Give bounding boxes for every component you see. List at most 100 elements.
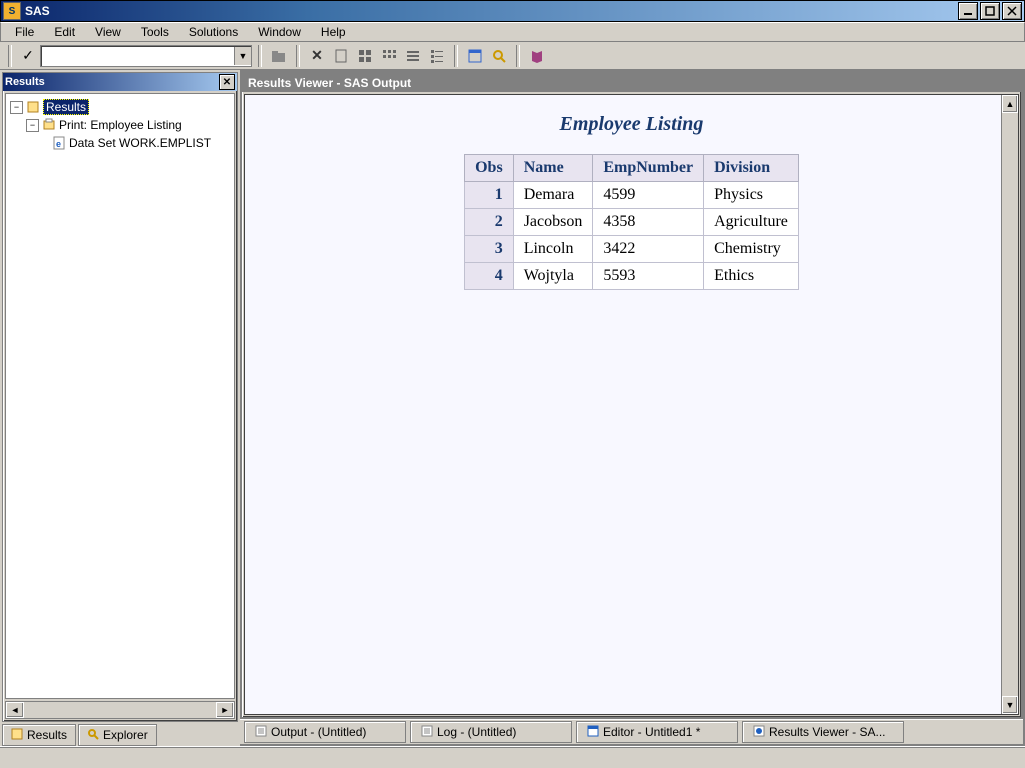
- checkmark-icon[interactable]: ✓: [18, 45, 38, 67]
- results-viewer-icon: [753, 725, 765, 740]
- close-icon: [1007, 6, 1017, 16]
- window-title: SAS: [25, 4, 956, 18]
- folder-open-icon[interactable]: [268, 45, 290, 67]
- cell-emp: 4358: [593, 209, 704, 236]
- explorer-tab-icon: [87, 728, 99, 743]
- tab-results[interactable]: Results: [2, 724, 76, 746]
- table-row[interactable]: 2 Jacobson 4358 Agriculture: [465, 209, 799, 236]
- toolbar: ✓ ▼ ✕: [0, 42, 1025, 70]
- tab-explorer-label: Explorer: [103, 728, 148, 742]
- scroll-down-icon[interactable]: ▼: [1002, 696, 1018, 714]
- output-icon: [255, 725, 267, 740]
- tab-editor-label: Editor - Untitled1 *: [603, 725, 700, 739]
- cell-emp: 4599: [593, 182, 704, 209]
- menu-view[interactable]: View: [85, 23, 131, 41]
- col-name: Name: [513, 155, 593, 182]
- cell-name: Wojtyla: [513, 263, 593, 290]
- collapse-icon[interactable]: −: [26, 119, 39, 132]
- tree-dataset-node[interactable]: e Data Set WORK.EMPLIST: [8, 134, 232, 152]
- toolbar-separator: [296, 45, 300, 67]
- tab-results-viewer-label: Results Viewer - SA...: [769, 725, 885, 739]
- tree-dataset-label: Data Set WORK.EMPLIST: [69, 136, 211, 150]
- window-tabs: Output - (Untitled) Log - (Untitled) Edi…: [240, 719, 1023, 744]
- details-icon[interactable]: [426, 45, 448, 67]
- cell-obs: 3: [465, 236, 514, 263]
- results-panel: Results ✕ − Results − Print: Employee Li: [2, 72, 238, 722]
- cell-division: Physics: [704, 182, 799, 209]
- window-titlebar: S SAS: [0, 0, 1025, 22]
- cell-obs: 4: [465, 263, 514, 290]
- tab-log[interactable]: Log - (Untitled): [410, 721, 572, 743]
- cell-name: Demara: [513, 182, 593, 209]
- toolbar-separator: [516, 45, 520, 67]
- svg-text:e: e: [56, 139, 61, 149]
- table-row[interactable]: 1 Demara 4599 Physics: [465, 182, 799, 209]
- table-row[interactable]: 3 Lincoln 3422 Chemistry: [465, 236, 799, 263]
- grid-large-icon[interactable]: [354, 45, 376, 67]
- toolbar-separator: [258, 45, 262, 67]
- cell-name: Lincoln: [513, 236, 593, 263]
- col-empnumber: EmpNumber: [593, 155, 704, 182]
- results-root-icon: [26, 100, 40, 114]
- menu-tools[interactable]: Tools: [131, 23, 179, 41]
- menu-help[interactable]: Help: [311, 23, 356, 41]
- scroll-up-icon[interactable]: ▲: [1002, 95, 1018, 113]
- close-button[interactable]: [1002, 2, 1022, 20]
- menu-window[interactable]: Window: [248, 23, 311, 41]
- delete-icon[interactable]: ✕: [306, 45, 328, 67]
- workspace: Results ✕ − Results − Print: Employee Li: [0, 70, 1025, 746]
- maximize-button[interactable]: [980, 2, 1000, 20]
- viewer-vertical-scrollbar[interactable]: ▲ ▼: [1001, 95, 1018, 714]
- book-help-icon[interactable]: [526, 45, 548, 67]
- panel-close-button[interactable]: ✕: [219, 74, 235, 90]
- tab-explorer[interactable]: Explorer: [78, 724, 157, 746]
- tab-editor[interactable]: Editor - Untitled1 *: [576, 721, 738, 743]
- results-tree[interactable]: − Results − Print: Employee Listing e: [5, 93, 235, 699]
- tab-output[interactable]: Output - (Untitled): [244, 721, 406, 743]
- toolbar-separator: [454, 45, 458, 67]
- table-header-row: Obs Name EmpNumber Division: [465, 155, 799, 182]
- results-panel-title: Results: [5, 76, 45, 88]
- print-node-icon: [42, 118, 56, 132]
- list-icon[interactable]: [402, 45, 424, 67]
- cell-division: Chemistry: [704, 236, 799, 263]
- cell-division: Agriculture: [704, 209, 799, 236]
- tree-horizontal-scrollbar[interactable]: ◄ ►: [5, 701, 235, 719]
- left-tabs: Results Explorer: [0, 724, 240, 746]
- menu-solutions[interactable]: Solutions: [179, 23, 248, 41]
- grid-small-icon[interactable]: [378, 45, 400, 67]
- status-bar: [0, 746, 1025, 767]
- minimize-button[interactable]: [958, 2, 978, 20]
- results-viewer-body: Employee Listing Obs Name EmpNumber Divi…: [244, 94, 1019, 715]
- search-icon[interactable]: [488, 45, 510, 67]
- tab-log-label: Log - (Untitled): [437, 725, 516, 739]
- output-table: Obs Name EmpNumber Division 1 Demara 459…: [464, 154, 799, 290]
- cell-division: Ethics: [704, 263, 799, 290]
- output-heading: Employee Listing: [265, 113, 998, 136]
- menu-edit[interactable]: Edit: [44, 23, 85, 41]
- window-icon[interactable]: [464, 45, 486, 67]
- collapse-icon[interactable]: −: [10, 101, 23, 114]
- results-panel-titlebar[interactable]: Results ✕: [3, 73, 237, 91]
- new-icon[interactable]: [330, 45, 352, 67]
- cell-emp: 3422: [593, 236, 704, 263]
- scroll-left-icon[interactable]: ◄: [6, 702, 24, 718]
- results-viewer-title: Results Viewer - SAS Output: [248, 76, 411, 90]
- tree-print-node[interactable]: − Print: Employee Listing: [8, 116, 232, 134]
- results-viewer-titlebar[interactable]: Results Viewer - SAS Output: [242, 74, 1021, 92]
- cell-name: Jacobson: [513, 209, 593, 236]
- tree-root[interactable]: − Results: [8, 98, 232, 116]
- tab-results-viewer[interactable]: Results Viewer - SA...: [742, 721, 904, 743]
- scroll-right-icon[interactable]: ►: [216, 702, 234, 718]
- command-combo[interactable]: ▼: [40, 45, 252, 67]
- right-column: Results Viewer - SAS Output Employee Lis…: [240, 72, 1023, 744]
- cell-obs: 1: [465, 182, 514, 209]
- maximize-icon: [985, 6, 995, 16]
- table-row[interactable]: 4 Wojtyla 5593 Ethics: [465, 263, 799, 290]
- chevron-down-icon[interactable]: ▼: [234, 47, 251, 65]
- results-viewer-content[interactable]: Employee Listing Obs Name EmpNumber Divi…: [245, 95, 1018, 714]
- col-obs: Obs: [465, 155, 514, 182]
- toolbar-separator: [8, 45, 12, 67]
- menu-file[interactable]: File: [5, 23, 44, 41]
- app-icon: S: [3, 2, 21, 20]
